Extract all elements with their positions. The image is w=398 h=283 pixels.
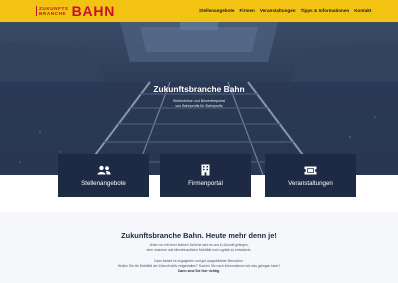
nav-item-firmen[interactable]: Firmen	[239, 7, 254, 15]
main-nav: Stellenangebote Firmen Veranstaltungen T…	[199, 7, 371, 15]
users-icon	[97, 164, 111, 176]
intro-title: Zukunftsbranche Bahn. Heute mehr denn je…	[121, 231, 277, 240]
ticket-icon	[304, 164, 317, 176]
hero-banner: Zukunftsbranche Bahn Stellenbörse und Be…	[0, 22, 398, 175]
card-stellenangebote[interactable]: Stellenangebote	[58, 154, 149, 197]
nav-item-kontakt[interactable]: Kontakt	[354, 7, 371, 15]
nav-item-tipps[interactable]: Tipps & Informationen	[301, 7, 350, 15]
card-label-stellenangebote: Stellenangebote	[81, 180, 126, 187]
hero-title: Zukunftsbranche Bahn	[153, 84, 245, 94]
card-label-firmenportal: Firmenportal	[188, 180, 223, 187]
site-header: ZUKUNFTS BRANCHE BAHN Stellenangebote Fi…	[0, 0, 398, 22]
logo-wordmark-big: BAHN	[71, 3, 116, 19]
site-logo[interactable]: ZUKUNFTS BRANCHE BAHN	[36, 3, 115, 19]
hero-subtitle-line-2: von Bahnprofis für Bahnprofis	[175, 104, 223, 109]
building-icon	[201, 164, 210, 176]
intro-text-line-2: eine moderne und klimafreundliche Mobili…	[146, 248, 252, 252]
card-firmenportal[interactable]: Firmenportal	[160, 154, 251, 197]
logo-wordmark-small: ZUKUNFTS BRANCHE	[36, 5, 69, 17]
card-veranstaltungen[interactable]: Veranstaltungen	[265, 154, 356, 197]
nav-item-veranstaltungen[interactable]: Veranstaltungen	[260, 7, 296, 15]
logo-small-bottom: BRANCHE	[39, 11, 67, 16]
intro-cta-text: Dann sind Sie hier richtig.	[178, 269, 220, 273]
hero-subtitle: Stellenbörse und Bewerberportal von Bahn…	[0, 99, 398, 109]
card-label-veranstaltungen: Veranstaltungen	[288, 180, 333, 187]
nav-item-stellenangebote[interactable]: Stellenangebote	[199, 7, 234, 15]
